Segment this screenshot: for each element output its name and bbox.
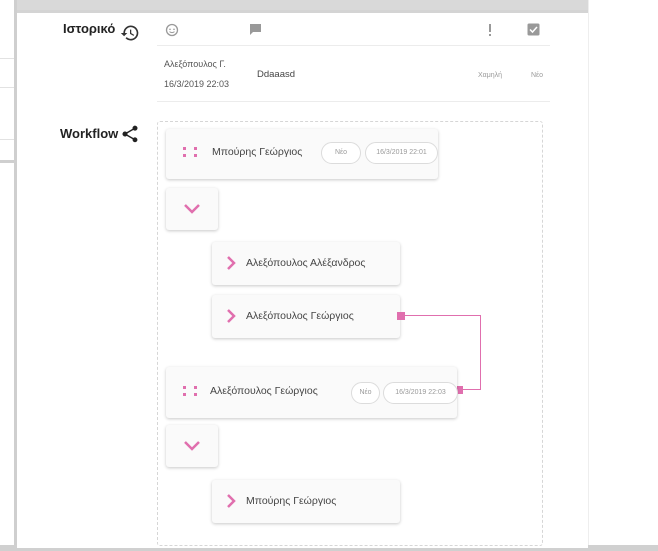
- drag-handle-icon[interactable]: [183, 145, 199, 163]
- workflow-canvas: Μπούρης Γεώργιος Νέο 16/3/2019 22:01 Αλε…: [157, 121, 543, 546]
- history-entry-divider: [157, 101, 550, 102]
- divider: [0, 87, 14, 88]
- expand-toggle[interactable]: [166, 425, 218, 467]
- workflow-substep[interactable]: Αλεξόπουλος Αλέξανδρος: [212, 242, 400, 285]
- chevron-down-icon: [184, 204, 200, 214]
- chevron-down-icon: [184, 441, 200, 451]
- workflow-step[interactable]: Αλεξόπουλος Γεώργιος Νέο 16/3/2019 22:03: [166, 367, 458, 418]
- face-icon: [165, 23, 179, 42]
- divider: [0, 160, 14, 163]
- right-panel-edge: [588, 0, 658, 551]
- history-date: 16/3/2019 22:03: [164, 79, 230, 89]
- workflow-step-assignee: Μπούρης Γεώργιος: [212, 146, 303, 158]
- history-comment: Ddaaasd: [257, 69, 296, 80]
- status-badge: Νέο: [351, 382, 380, 404]
- chevron-right-icon: [227, 494, 236, 508]
- chevron-right-icon: [227, 309, 236, 323]
- history-icon: [120, 23, 140, 48]
- connector-line: [405, 315, 481, 316]
- connector-line: [460, 389, 481, 390]
- workflow-step-assignee: Αλεξόπουλος Γεώργιος: [210, 385, 318, 397]
- comment-icon: [249, 23, 262, 41]
- history-priority: Χαμηλή: [478, 72, 503, 79]
- share-icon[interactable]: [120, 124, 140, 149]
- divider: [0, 139, 14, 140]
- connector-line: [480, 315, 481, 390]
- status-check-icon: [527, 23, 540, 41]
- workflow-substep-assignee: Μπούρης Γεώργιος: [246, 495, 337, 507]
- workflow-step[interactable]: Μπούρης Γεώργιος Νέο 16/3/2019 22:01: [166, 129, 438, 179]
- history-label: Ιστορικό: [63, 21, 116, 36]
- workflow-substep-assignee: Αλεξόπουλος Γεώργιος: [246, 310, 354, 322]
- workflow-substep[interactable]: Μπούρης Γεώργιος: [212, 480, 400, 523]
- drag-handle-icon[interactable]: [183, 384, 199, 402]
- connector-handle[interactable]: [397, 312, 405, 320]
- ticket-detail-card: Ιστορικό Αλεξόπουλος Γ. 16/3/2019 22:03 …: [17, 10, 588, 548]
- date-badge: 16/3/2019 22:03: [383, 382, 458, 404]
- workflow-substep[interactable]: Αλεξόπουλος Γεώργιος: [212, 295, 400, 338]
- expand-toggle[interactable]: [166, 188, 218, 230]
- status-badge: Νέο: [321, 142, 361, 164]
- priority-icon: [487, 23, 493, 42]
- history-author: Αλεξόπουλος Γ.: [164, 59, 226, 69]
- workflow-label: Workflow: [60, 126, 119, 141]
- left-panel-edge: [0, 0, 17, 551]
- history-header-divider: [157, 45, 550, 46]
- history-status: Νέο: [531, 72, 544, 79]
- chevron-right-icon: [227, 256, 236, 270]
- divider: [0, 58, 14, 59]
- date-badge: 16/3/2019 22:01: [365, 142, 438, 164]
- workflow-substep-assignee: Αλεξόπουλος Αλέξανδρος: [246, 257, 366, 269]
